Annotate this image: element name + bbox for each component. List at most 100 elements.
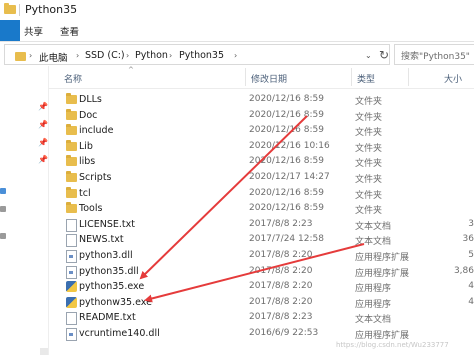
file-size: 3: [468, 218, 474, 229]
file-date: 2020/12/16 8:59: [249, 156, 324, 167]
file-size: 36: [462, 234, 474, 245]
refresh-icon[interactable]: ↻: [379, 48, 389, 62]
file-name: python35.exe: [79, 281, 145, 293]
file-row[interactable]: Scripts 2020/12/17 14:27 文件夹: [48, 170, 474, 185]
file-type: 文件夹: [355, 143, 383, 154]
file-date: 2020/12/16 10:16: [249, 140, 330, 151]
python-icon: [66, 281, 77, 293]
file-name: vcruntime140.dll: [79, 328, 160, 339]
title-divider: [19, 4, 20, 16]
folder-icon: [4, 3, 16, 14]
chevron-right-icon[interactable]: ›: [76, 51, 79, 60]
file-row[interactable]: include 2020/12/16 8:59 文件夹: [48, 123, 474, 138]
chevron-right-icon[interactable]: ›: [234, 51, 237, 60]
file-size: 4: [468, 296, 474, 307]
nav-item-icon[interactable]: [0, 233, 6, 239]
file-name: pythonw35.exe: [79, 296, 152, 308]
file-row[interactable]: LICENSE.txt 2017/8/8 2:23 文本文档 3: [48, 217, 474, 232]
address-bar[interactable]: › 此电脑 › SSD (C:) › Python › Python35 › ⌄…: [4, 44, 390, 65]
file-row[interactable]: python35.exe 2017/8/8 2:20 应用程序 4: [48, 279, 474, 294]
file-name: python3.dll: [79, 250, 133, 261]
column-size[interactable]: 大小: [444, 72, 462, 85]
column-date[interactable]: 修改日期: [251, 72, 287, 85]
breadcrumb-this-pc[interactable]: 此电脑: [39, 50, 68, 64]
text-file-icon: [66, 234, 77, 248]
file-row[interactable]: Lib 2020/12/16 10:16 文件夹: [48, 139, 474, 154]
file-date: 2020/12/16 8:59: [249, 187, 324, 198]
column-divider[interactable]: [245, 68, 246, 86]
breadcrumb-python[interactable]: Python: [135, 50, 168, 61]
ribbon-tabs: 共享 查看: [0, 20, 474, 41]
file-type: 文件夹: [355, 97, 383, 107]
file-row[interactable]: Doc 2020/12/16 8:59 文件夹: [48, 108, 474, 123]
file-row[interactable]: NEWS.txt 2017/7/24 12:58 文本文档 36: [48, 232, 474, 248]
address-row: › 此电脑 › SSD (C:) › Python › Python35 › ⌄…: [0, 42, 474, 66]
file-type: 应用程序扩展: [355, 253, 410, 263]
folder-icon: [66, 139, 77, 151]
file-row[interactable]: README.txt 2017/8/8 2:23 文本文档: [48, 310, 474, 326]
file-size: 5: [468, 250, 474, 260]
file-type: 文件夹: [355, 206, 383, 217]
pin-icon[interactable]: 📌: [38, 138, 48, 147]
column-type[interactable]: 类型: [357, 72, 375, 85]
title-bar: Python35: [0, 0, 474, 20]
file-date: 2016/6/9 22:53: [249, 328, 319, 338]
file-name: NEWS.txt: [79, 234, 124, 246]
file-size: 3,86: [453, 265, 474, 276]
nav-item-icon[interactable]: [0, 188, 6, 194]
file-row[interactable]: Tools 2020/12/16 8:59 文件夹: [48, 201, 474, 216]
chevron-right-icon[interactable]: ›: [169, 51, 172, 60]
file-type: 文本文档: [355, 315, 392, 326]
dll-file-icon: [66, 328, 77, 341]
breadcrumb-python35[interactable]: Python35: [179, 50, 224, 61]
file-date: 2017/8/8 2:23: [249, 218, 313, 229]
file-date: 2017/8/8 2:20: [249, 296, 313, 307]
column-divider[interactable]: [408, 68, 409, 86]
folder-icon: [66, 108, 77, 120]
file-type: 应用程序: [355, 299, 392, 310]
scrollbar[interactable]: [40, 348, 48, 355]
file-list: ^ 名称 修改日期 类型 大小 DLLs 2020/12/16 8:59 文件夹 Do…: [48, 66, 474, 355]
file-row[interactable]: vcruntime140.dll 2016/6/9 22:53 应用程序扩展: [48, 326, 474, 341]
pin-icon[interactable]: 📌: [38, 155, 48, 164]
file-row[interactable]: pythonw35.exe 2017/8/8 2:20 应用程序 4: [48, 295, 474, 310]
file-row[interactable]: python3.dll 2017/8/8 2:20 应用程序扩展 5: [48, 248, 474, 263]
chevron-down-icon[interactable]: ⌄: [365, 51, 372, 60]
tab-share[interactable]: 共享: [24, 24, 43, 38]
navigation-pane: 📌 📌 📌 📌: [0, 66, 49, 355]
pin-icon[interactable]: 📌: [38, 102, 48, 111]
file-type: 文件夹: [355, 190, 383, 201]
file-date: 2017/7/24 12:58: [249, 234, 324, 245]
folder-icon: [66, 155, 77, 167]
file-type: 应用程序扩展: [355, 268, 410, 279]
file-type: 应用程序扩展: [355, 331, 410, 341]
file-row[interactable]: python35.dll 2017/8/8 2:20 应用程序扩展 3,86: [48, 264, 474, 279]
column-name[interactable]: 名称: [64, 72, 82, 85]
folder-icon: [66, 124, 77, 136]
file-type: 文件夹: [355, 159, 383, 170]
file-name: README.txt: [79, 312, 136, 324]
tab-view[interactable]: 查看: [60, 24, 79, 38]
search-placeholder: 搜索"Python35": [401, 52, 470, 62]
file-row[interactable]: libs 2020/12/16 8:59 文件夹: [48, 154, 474, 169]
file-name: python35.dll: [79, 265, 139, 277]
folder-icon: [66, 202, 77, 214]
chevron-right-icon[interactable]: ›: [29, 51, 32, 60]
file-name: LICENSE.txt: [79, 218, 135, 230]
file-tab[interactable]: [0, 20, 20, 41]
column-divider[interactable]: [351, 68, 352, 86]
file-date: 2017/8/8 2:20: [249, 281, 313, 292]
chevron-right-icon[interactable]: ›: [126, 51, 129, 60]
search-input[interactable]: 搜索"Python35": [394, 44, 474, 65]
file-name: DLLs: [79, 94, 102, 105]
breadcrumb-ssd[interactable]: SSD (C:): [85, 50, 125, 61]
file-name: include: [79, 125, 114, 137]
file-row[interactable]: DLLs 2020/12/16 8:59 文件夹: [48, 92, 474, 107]
file-row[interactable]: tcl 2020/12/16 8:59 文件夹: [48, 186, 474, 201]
nav-item-icon[interactable]: [0, 206, 6, 212]
pin-icon[interactable]: 📌: [38, 120, 48, 129]
file-type: 应用程序: [355, 284, 392, 295]
file-name: libs: [79, 156, 96, 168]
watermark: https://blog.csdn.net/Wu233777: [336, 341, 449, 349]
file-name: tcl: [79, 187, 91, 199]
